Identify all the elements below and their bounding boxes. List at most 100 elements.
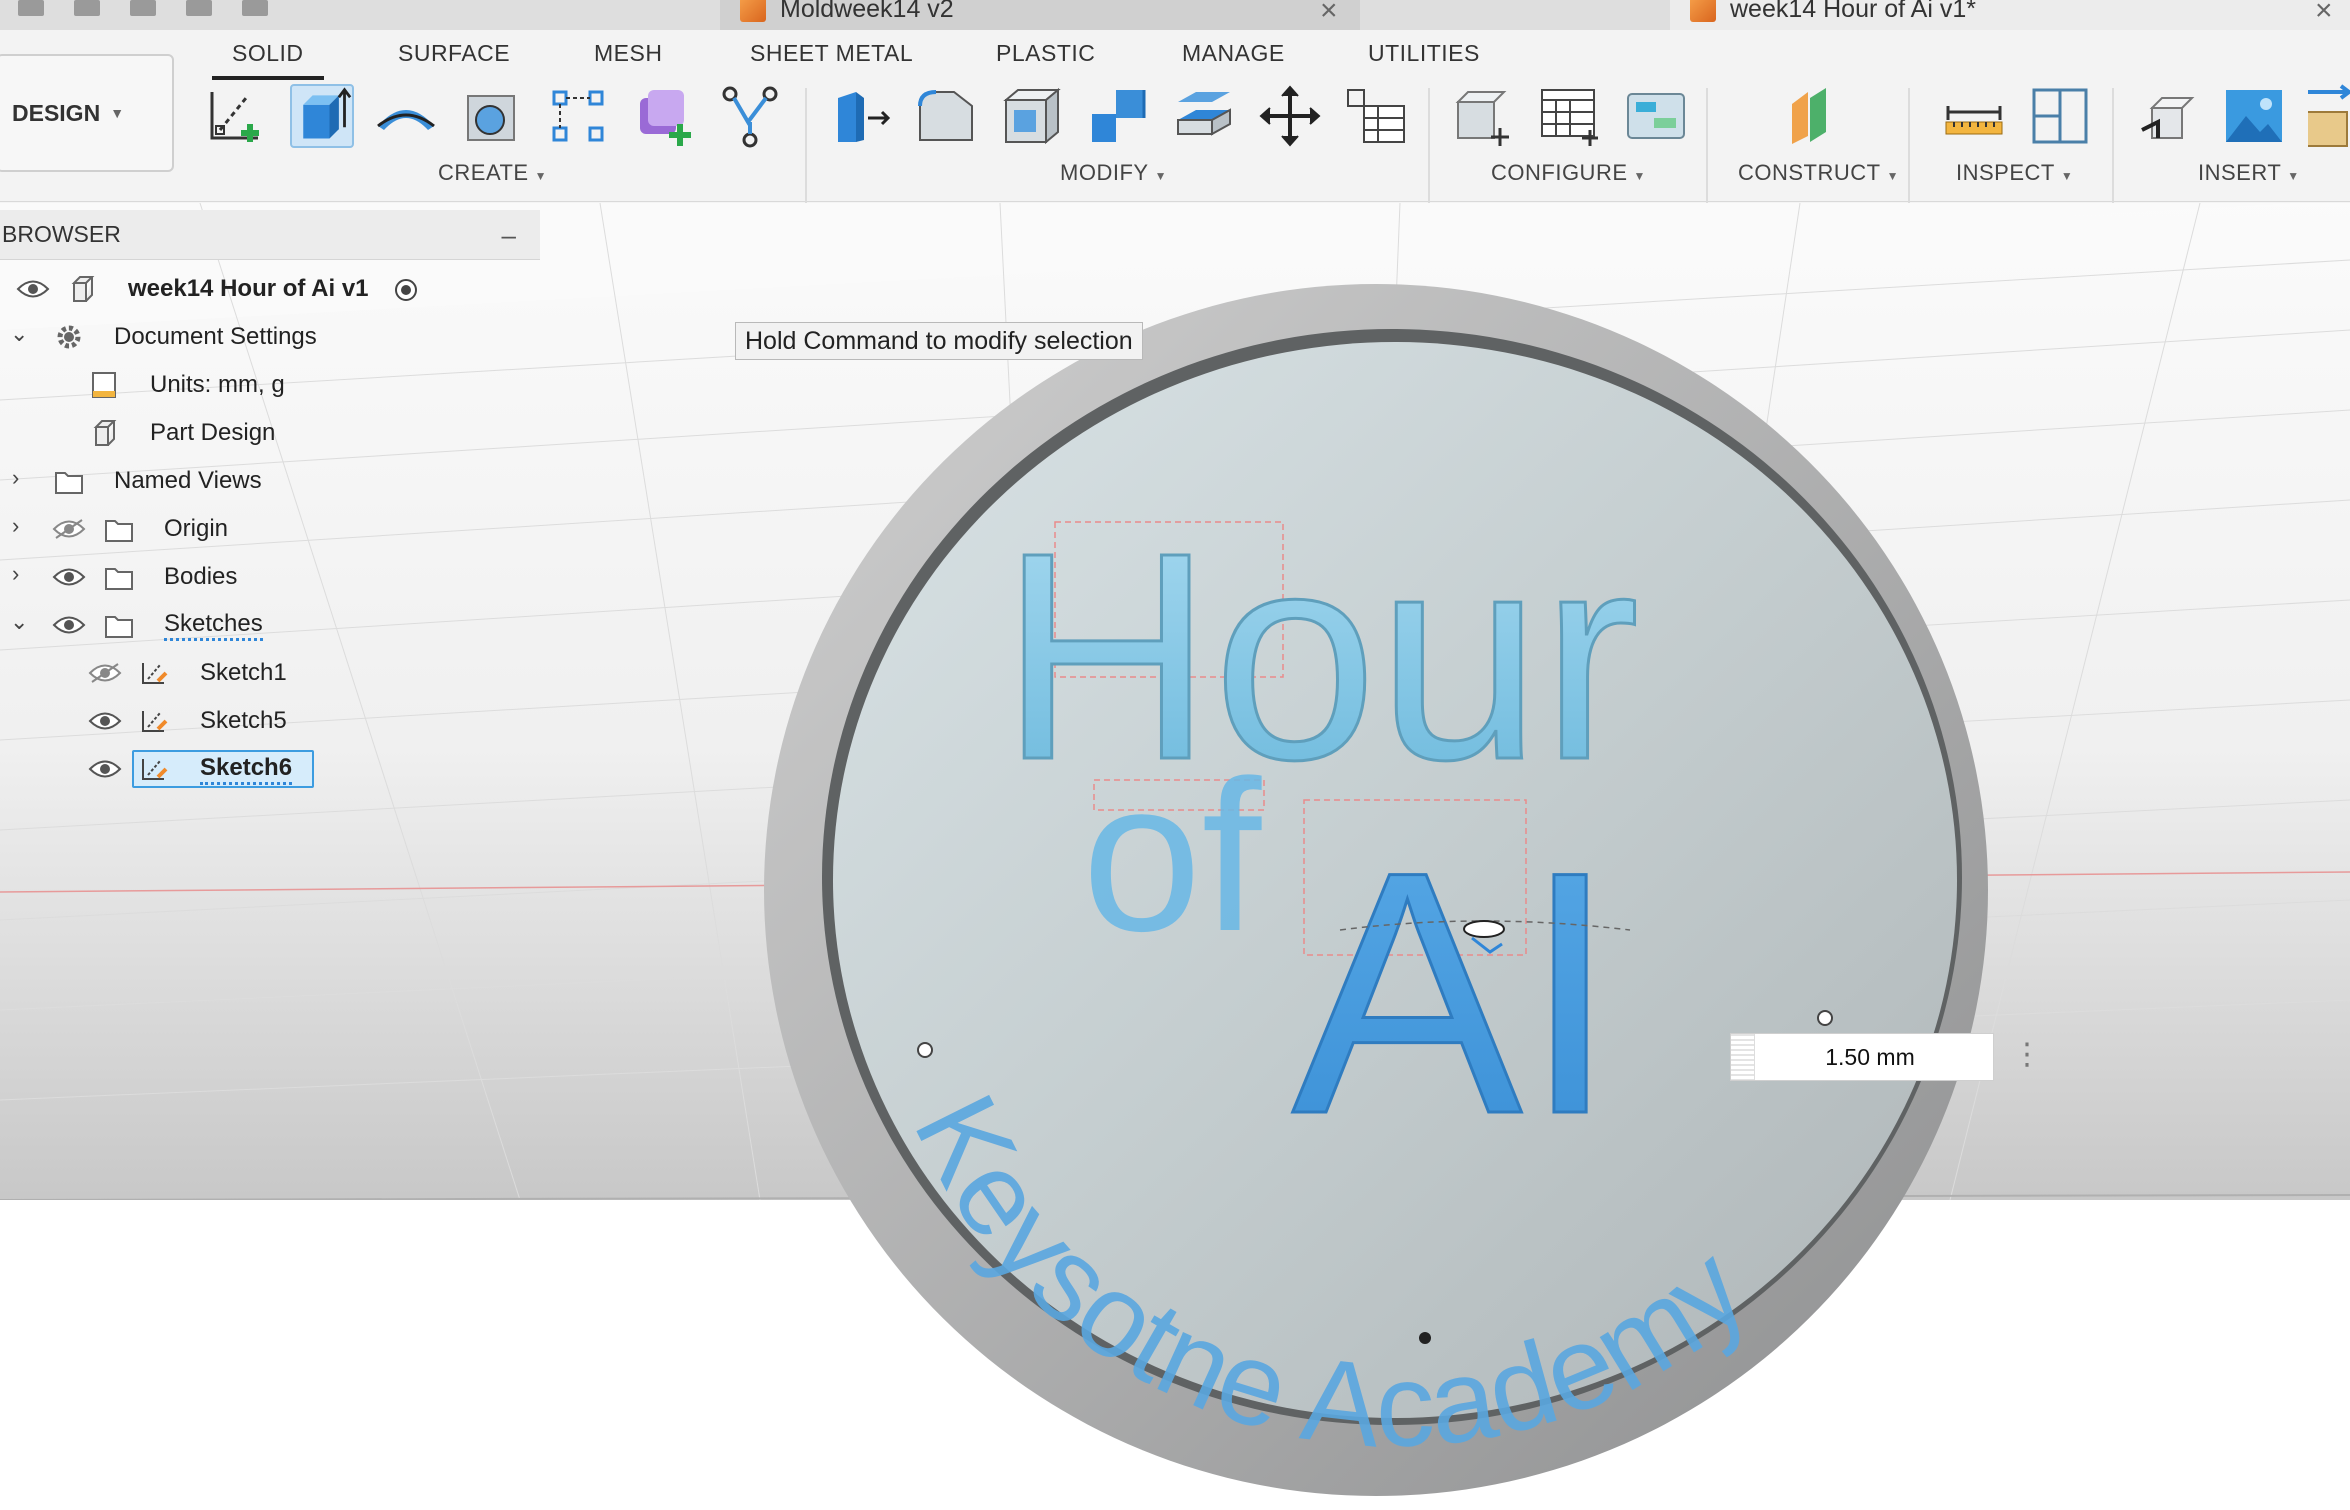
- minimize-icon[interactable]: –: [502, 220, 516, 251]
- browser-item-label: Named Views: [114, 467, 262, 494]
- chevron-right-icon[interactable]: ›: [12, 561, 19, 587]
- rectangular-pattern-icon[interactable]: [546, 84, 610, 148]
- dimension-input[interactable]: [1755, 1043, 1985, 1071]
- tab-surface[interactable]: SURFACE: [398, 40, 510, 67]
- document-cube-icon: [1690, 0, 1716, 22]
- configure-menu[interactable]: CONFIGURE ▼: [1491, 160, 1646, 186]
- browser-item-part-design[interactable]: Part Design: [0, 411, 300, 455]
- drag-handle-icon[interactable]: [1731, 1034, 1755, 1080]
- visibility-eye-icon[interactable]: [16, 278, 50, 300]
- tab-utilities[interactable]: UTILITIES: [1368, 40, 1480, 67]
- tab-manage[interactable]: MANAGE: [1182, 40, 1285, 67]
- tab-solid[interactable]: SOLID: [212, 40, 323, 80]
- configure-icon[interactable]: [1452, 84, 1516, 148]
- visibility-eye-icon[interactable]: [88, 758, 122, 780]
- browser-item-label: Document Settings: [114, 323, 317, 350]
- browser-item-sketches[interactable]: ⌄ Sketches: [0, 603, 290, 647]
- browser-root-label: week14 Hour of Ai v1: [128, 275, 369, 302]
- gear-icon: [57, 325, 81, 349]
- parameters-table-icon[interactable]: [1344, 84, 1408, 148]
- activate-radio-icon[interactable]: [394, 278, 418, 302]
- new-component-icon[interactable]: [632, 84, 696, 148]
- browser-item-sketch1[interactable]: Sketch1: [0, 651, 310, 695]
- sketch-icon: [142, 663, 168, 684]
- toolbar-divider: [1706, 88, 1708, 218]
- grid-menu-icon[interactable]: [18, 0, 44, 16]
- insert-image-icon[interactable]: [2222, 84, 2286, 148]
- create-sketch-icon[interactable]: [206, 84, 270, 148]
- shell-icon[interactable]: [1000, 84, 1064, 148]
- chevron-right-icon[interactable]: ›: [12, 513, 19, 539]
- insert-menu[interactable]: INSERT ▼: [2198, 160, 2300, 186]
- browser-item-named-views[interactable]: › Named Views: [0, 459, 290, 503]
- document-tab-week14[interactable]: week14 Hour of Ai v1* ×: [1670, 0, 2350, 30]
- offset-face-icon[interactable]: [1172, 84, 1236, 148]
- browser-item-sketch6[interactable]: Sketch6: [0, 747, 320, 791]
- chevron-right-icon[interactable]: ›: [12, 465, 19, 491]
- browser-item-document-settings[interactable]: ⌄ Document Settings: [0, 315, 360, 359]
- tab-plastic[interactable]: PLASTIC: [996, 40, 1095, 67]
- file-menu-icon[interactable]: [74, 0, 100, 16]
- toolbar-divider: [1428, 88, 1430, 218]
- sketch-center-point[interactable]: [1419, 1332, 1431, 1344]
- chevron-down-icon[interactable]: ⌄: [10, 609, 28, 635]
- undo-icon[interactable]: [186, 0, 212, 16]
- chevron-down-icon[interactable]: ⌄: [10, 321, 28, 347]
- plane-icon[interactable]: [1782, 84, 1846, 148]
- revolve-icon[interactable]: [374, 84, 438, 148]
- extrude-icon[interactable]: [290, 84, 354, 148]
- document-tab-title: week14 Hour of Ai v1*: [1730, 0, 1976, 23]
- press-pull-icon[interactable]: [828, 84, 892, 148]
- browser-root[interactable]: week14 Hour of Ai v1: [0, 267, 430, 311]
- sketch-point[interactable]: [917, 1042, 933, 1058]
- rule-icon[interactable]: [1624, 84, 1688, 148]
- visibility-eye-icon[interactable]: [52, 566, 86, 588]
- toolbar-divider: [805, 88, 807, 218]
- of-text[interactable]: of: [1082, 735, 1263, 976]
- redo-icon[interactable]: [242, 0, 268, 16]
- browser-item-origin[interactable]: › Origin: [0, 507, 250, 551]
- document-tab-moldweek[interactable]: Moldweek14 v2 ×: [720, 0, 1360, 30]
- visibility-hidden-icon[interactable]: [88, 662, 122, 684]
- browser-item-units[interactable]: Units: mm, g: [0, 363, 310, 407]
- configuration-table-icon[interactable]: [1538, 84, 1602, 148]
- modify-menu[interactable]: MODIFY ▼: [1060, 160, 1167, 186]
- form-icon[interactable]: [718, 84, 782, 148]
- folder-icon: [105, 568, 133, 590]
- visibility-eye-icon[interactable]: [52, 614, 86, 636]
- close-tab-icon[interactable]: ×: [1320, 0, 1338, 28]
- insert-mesh-icon[interactable]: [2308, 84, 2350, 148]
- section-analysis-icon[interactable]: [2028, 84, 2092, 148]
- tab-sheet-metal[interactable]: SHEET METAL: [750, 40, 913, 67]
- visibility-eye-icon[interactable]: [88, 710, 122, 732]
- browser-item-label: Bodies: [164, 563, 238, 590]
- sketch-icon: [142, 759, 168, 780]
- sketch-point[interactable]: [1817, 1010, 1833, 1026]
- folder-icon: [55, 472, 83, 494]
- document-cube-icon: [740, 0, 766, 22]
- combine-icon[interactable]: [1086, 84, 1150, 148]
- more-options-icon[interactable]: ⋮: [2012, 1040, 2042, 1070]
- fillet-icon[interactable]: [914, 84, 978, 148]
- workspace-switcher[interactable]: DESIGN ▼: [0, 54, 174, 172]
- save-icon[interactable]: [130, 0, 156, 16]
- units-document-icon: [92, 372, 116, 398]
- browser-item-label: Units: mm, g: [150, 371, 285, 398]
- folder-icon: [105, 616, 133, 638]
- part-design-icon: [93, 420, 117, 446]
- visibility-hidden-icon[interactable]: [52, 518, 86, 540]
- construct-menu[interactable]: CONSTRUCT ▼: [1738, 160, 1899, 186]
- dimension-input-box[interactable]: [1730, 1033, 1994, 1081]
- inspect-menu[interactable]: INSPECT ▼: [1956, 160, 2073, 186]
- move-icon[interactable]: [1258, 84, 1322, 148]
- close-tab-icon[interactable]: ×: [2315, 0, 2333, 28]
- measure-icon[interactable]: [1942, 84, 2006, 148]
- create-menu[interactable]: CREATE ▼: [438, 160, 547, 186]
- insert-derive-icon[interactable]: [2136, 84, 2200, 148]
- ai-text[interactable]: AI: [1291, 800, 1620, 1188]
- browser-item-sketch5[interactable]: Sketch5: [0, 699, 310, 743]
- tab-mesh[interactable]: MESH: [594, 40, 662, 67]
- sweep-icon[interactable]: [460, 84, 524, 148]
- browser-item-bodies[interactable]: › Bodies: [0, 555, 250, 599]
- chevron-down-icon: ▼: [110, 105, 125, 121]
